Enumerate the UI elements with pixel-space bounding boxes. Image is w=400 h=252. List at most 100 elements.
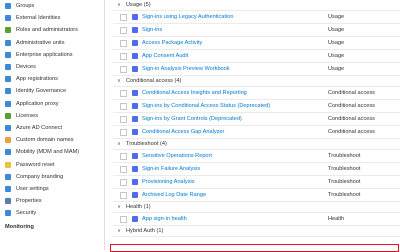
workbooks-list: ∨ Usage (5) Sign-ins using Legacy Authenti… bbox=[113, 0, 400, 250]
row-checkbox[interactable] bbox=[120, 152, 127, 160]
workbook-category: Conditional access bbox=[328, 129, 375, 135]
row-checkbox[interactable] bbox=[120, 39, 127, 47]
workbook-link[interactable]: Sensitive Operations Report bbox=[142, 153, 328, 159]
table-row[interactable]: App Consent Audit Usage bbox=[113, 50, 400, 63]
table-row[interactable]: Sign-ins by Grant Controls (Deprecated) C… bbox=[113, 113, 400, 126]
sidebar-item-label: Application proxy bbox=[16, 100, 59, 107]
workbook-link[interactable]: Sign-ins by Conditional Access Status (D… bbox=[142, 103, 328, 109]
workbook-icon bbox=[132, 166, 138, 172]
sidebar-item-company-branding[interactable]: Company branding bbox=[0, 171, 104, 183]
sidebar-item-devices[interactable]: Devices bbox=[0, 61, 104, 73]
workbook-icon bbox=[132, 53, 138, 59]
workbook-link[interactable]: Sign-in Failure Analysis bbox=[142, 166, 328, 172]
chevron-down-icon[interactable]: ∨ bbox=[115, 204, 123, 210]
workbook-icon bbox=[132, 179, 138, 185]
group-header-label: Health (1) bbox=[126, 204, 151, 210]
chevron-down-icon[interactable]: ∨ bbox=[115, 2, 123, 8]
group-header[interactable]: ∨ Health (1) bbox=[113, 202, 400, 213]
sidebar-section-monitoring: Monitoring bbox=[5, 224, 34, 231]
row-checkbox[interactable] bbox=[120, 215, 127, 223]
workbook-category: Usage bbox=[328, 66, 345, 72]
workbook-link[interactable]: Sign-in Analysis Preview Workbook bbox=[142, 66, 328, 72]
table-row[interactable]: Sensitive Operations Report Troubleshoot bbox=[113, 150, 400, 163]
workbook-link[interactable]: Conditional Access Gap Analyzer bbox=[142, 129, 328, 135]
workbook-category: Usage bbox=[328, 53, 345, 59]
row-checkbox[interactable] bbox=[120, 13, 127, 21]
table-row[interactable]: Sign-ins using Legacy Authentication Usag… bbox=[113, 11, 400, 24]
group-header-label: Hybrid Auth (1) bbox=[126, 228, 164, 234]
table-row[interactable]: App sign-in health Health bbox=[113, 213, 400, 226]
group-header[interactable]: ∨ Troubleshoot (4) bbox=[113, 139, 400, 150]
mobility-icon bbox=[5, 149, 11, 156]
chevron-down-icon[interactable]: ∨ bbox=[115, 141, 123, 147]
workbook-link[interactable]: Access Package Activity bbox=[142, 40, 328, 46]
group-header[interactable]: ∨ Hybrid Auth (1) bbox=[113, 226, 400, 237]
table-row[interactable]: Conditional Access Gap Analyzer Condition… bbox=[113, 126, 400, 139]
sidebar-item-app-registrations[interactable]: App registrations bbox=[0, 73, 104, 85]
sidebar-item-password-reset[interactable]: Password reset bbox=[0, 158, 104, 170]
table-row[interactable]: Conditional Access Insights and Reportin… bbox=[113, 87, 400, 100]
sidebar-item-roles-and-administrators[interactable]: Roles and administrators bbox=[0, 24, 104, 36]
row-checkbox[interactable] bbox=[120, 191, 127, 199]
sidebar-item-label: Password reset bbox=[16, 161, 55, 168]
sidebar-item-label: Enterprise applications bbox=[16, 51, 73, 58]
table-row[interactable]: Sign-in Failure Analysis Troubleshoot bbox=[113, 163, 400, 176]
row-checkbox[interactable] bbox=[120, 65, 127, 73]
roles-icon bbox=[5, 27, 11, 34]
sidebar-item-enterprise-applications[interactable]: Enterprise applications bbox=[0, 49, 104, 61]
table-row[interactable]: Provisioning Analysis Troubleshoot bbox=[113, 176, 400, 189]
row-checkbox[interactable] bbox=[120, 165, 127, 173]
workbook-category: Troubleshoot bbox=[328, 153, 361, 159]
sidebar-item-label: External Identities bbox=[16, 15, 61, 22]
workbook-link[interactable]: Sign-ins using Legacy Authentication bbox=[142, 14, 328, 20]
admin-units-icon bbox=[5, 39, 11, 46]
workbook-link[interactable]: Archived Log Date Range bbox=[142, 192, 328, 198]
sidebar-item-administrative-units[interactable]: Administrative units bbox=[0, 37, 104, 49]
row-checkbox[interactable] bbox=[120, 128, 127, 136]
chevron-down-icon[interactable]: ∨ bbox=[115, 78, 123, 84]
sidebar-item-properties[interactable]: Properties bbox=[0, 195, 104, 207]
row-checkbox[interactable] bbox=[120, 52, 127, 60]
external-identities-icon bbox=[5, 15, 11, 22]
group-header-label: Usage (5) bbox=[126, 2, 151, 8]
sidebar-item-licenses[interactable]: Licenses bbox=[0, 110, 104, 122]
workbook-link[interactable]: App sign-in health bbox=[142, 216, 328, 222]
sidebar-item-user-settings[interactable]: User settings bbox=[0, 183, 104, 195]
user-settings-icon bbox=[5, 185, 11, 192]
workbook-link[interactable]: Provisioning Analysis bbox=[142, 179, 328, 185]
sidebar-item-external-identities[interactable]: External Identities bbox=[0, 12, 104, 24]
table-row[interactable]: Sign-ins by Conditional Access Status (D… bbox=[113, 100, 400, 113]
sidebar-item-groups[interactable]: Groups bbox=[0, 0, 104, 12]
group-header[interactable]: ∨ Usage (5) bbox=[113, 0, 400, 11]
sidebar-item-custom-domain-names[interactable]: Custom domain names bbox=[0, 134, 104, 146]
sidebar-item-label: Company branding bbox=[16, 173, 64, 180]
sidebar-item-security[interactable]: Security bbox=[0, 207, 104, 219]
table-row[interactable]: Sign-in Analysis Preview Workbook Usage bbox=[113, 63, 400, 76]
properties-icon bbox=[5, 198, 11, 205]
workbook-category: Troubleshoot bbox=[328, 166, 361, 172]
table-row[interactable]: Archived Log Date Range Troubleshoot bbox=[113, 189, 400, 202]
table-row[interactable]: Access Package Activity Usage bbox=[113, 37, 400, 50]
row-checkbox[interactable] bbox=[120, 178, 127, 186]
sidebar-item-identity-governance[interactable]: Identity Governance bbox=[0, 85, 104, 97]
sidebar-item-mobility-mdm-and-mam[interactable]: Mobility (MDM and MAM) bbox=[0, 146, 104, 158]
app-registrations-icon bbox=[5, 76, 11, 83]
workbook-link[interactable]: App Consent Audit bbox=[142, 53, 328, 59]
workbook-link[interactable]: Sign-ins bbox=[142, 27, 328, 33]
row-checkbox[interactable] bbox=[120, 89, 127, 97]
workbook-category: Troubleshoot bbox=[328, 192, 361, 198]
sidebar-item-azure-ad-connect[interactable]: Azure AD Connect bbox=[0, 122, 104, 134]
workbook-link[interactable]: Sign-ins by Grant Controls (Deprecated) bbox=[142, 116, 328, 122]
workbook-link[interactable]: Conditional Access Insights and Reportin… bbox=[142, 90, 328, 96]
sidebar-item-application-proxy[interactable]: Application proxy bbox=[0, 98, 104, 110]
table-row[interactable]: Sign-ins Usage bbox=[113, 24, 400, 37]
row-checkbox[interactable] bbox=[120, 102, 127, 110]
row-checkbox[interactable] bbox=[120, 115, 127, 123]
chevron-down-icon[interactable]: ∨ bbox=[115, 228, 123, 234]
sidebar-item-label: Devices bbox=[16, 64, 36, 71]
devices-icon bbox=[5, 64, 11, 71]
row-checkbox[interactable] bbox=[120, 26, 127, 34]
sidebar-item-label: Identity Governance bbox=[16, 88, 67, 95]
group-header[interactable]: ∨ Conditional access (4) bbox=[113, 76, 400, 87]
workbook-icon bbox=[132, 153, 138, 159]
